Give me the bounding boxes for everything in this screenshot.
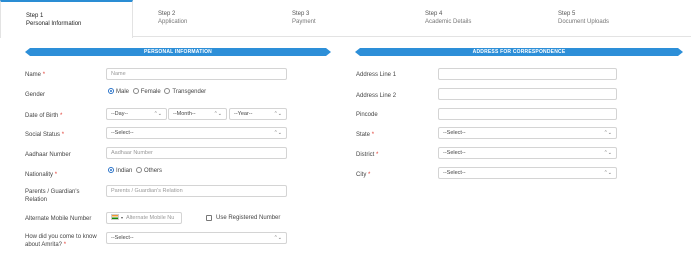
chevron-icon: ⌃⌄ [603, 150, 612, 156]
step-3-payment[interactable]: Step 3 Payment [267, 0, 400, 37]
guardian-relation-label: Parents / Guardian's Relation [25, 189, 80, 203]
caret-down-icon: ▾ [121, 215, 124, 220]
chevron-icon: ⌃⌄ [213, 111, 222, 117]
use-registered-number-label: Use Registered Number [216, 215, 281, 221]
nationality-label: Nationality * [25, 172, 58, 178]
dob-label: Date of Birth * [25, 113, 63, 119]
chevron-icon: ⌃⌄ [153, 111, 162, 117]
aadhaar-label: Aadhaar Number [25, 152, 71, 158]
personal-information-header: PERSONAL INFORMATION [25, 48, 331, 56]
step-5-document-uploads[interactable]: Step 5 Document Uploads [533, 0, 691, 37]
step-2-application[interactable]: Step 2 Application [133, 0, 267, 37]
use-registered-number-checkbox[interactable] [206, 215, 212, 221]
chevron-icon: ⌃⌄ [273, 130, 282, 136]
state-label: State * [356, 132, 375, 138]
address-line-1-input[interactable] [438, 68, 617, 80]
address-correspondence-header: ADDRESS FOR CORRESPONDENCE [355, 48, 683, 56]
address-line-2-label: Address Line 2 [356, 93, 397, 99]
gender-radio-group: Male Female Transgender [108, 88, 208, 96]
step-number: Step 3 [292, 11, 310, 17]
gender-male-radio[interactable] [108, 88, 114, 94]
chevron-icon: ⌃⌄ [603, 130, 612, 136]
name-label: Name * [25, 72, 46, 78]
pincode-input[interactable] [438, 108, 617, 120]
address-line-1-label: Address Line 1 [356, 72, 397, 78]
step-4-academic-details[interactable]: Step 4 Academic Details [400, 0, 533, 37]
step-title: Application [158, 19, 188, 25]
chevron-icon: ⌃⌄ [273, 111, 282, 117]
how-know-select[interactable]: --Select-- ⌃⌄ [106, 232, 287, 244]
dob-day-select[interactable]: --Day-- ⌃⌄ [106, 108, 167, 120]
pincode-label: Pincode [356, 112, 378, 118]
address-line-2-input[interactable] [438, 88, 617, 100]
step-number: Step 2 [158, 11, 176, 17]
step-title: Payment [292, 19, 316, 25]
india-flag-icon [111, 214, 119, 220]
step-1-personal-information[interactable]: Step 1 Personal Information [0, 0, 133, 38]
step-number: Step 1 [26, 13, 44, 19]
dob-year-select[interactable]: --Year-- ⌃⌄ [229, 108, 287, 120]
step-number: Step 5 [558, 11, 576, 17]
stepper: Step 1 Personal Information Step 2 Appli… [0, 0, 691, 38]
social-status-label: Social Status * [25, 132, 65, 138]
dob-month-select[interactable]: --Month-- ⌃⌄ [168, 108, 227, 120]
step-title: Personal Information [26, 21, 82, 27]
aadhaar-input[interactable]: Aadhaar Number [106, 147, 287, 159]
social-status-select[interactable]: --Select-- ⌃⌄ [106, 127, 287, 139]
district-select[interactable]: --Select-- ⌃⌄ [438, 147, 617, 159]
gender-transgender-radio[interactable] [164, 88, 171, 94]
nationality-indian-radio[interactable] [108, 167, 114, 173]
step-title: Academic Details [425, 19, 472, 25]
step-title: Document Uploads [558, 19, 610, 25]
gender-label: Gender [25, 92, 46, 98]
nationality-radio-group: Indian Others [108, 167, 164, 175]
name-input[interactable]: Name [106, 68, 287, 80]
city-label: City * [356, 172, 371, 178]
chevron-icon: ⌃⌄ [603, 170, 612, 176]
how-know-label: How did you come to know about Amrita? * [25, 234, 97, 248]
city-select[interactable]: --Select-- ⌃⌄ [438, 167, 617, 179]
step-number: Step 4 [425, 11, 443, 17]
guardian-relation-input[interactable]: Parents / Guardian's Relation [106, 185, 287, 197]
gender-female-radio[interactable] [132, 88, 139, 94]
alt-mobile-input[interactable]: ▾ Alternate Mobile Nu [106, 212, 182, 224]
district-label: District * [356, 152, 379, 158]
chevron-icon: ⌃⌄ [273, 235, 282, 241]
alt-mobile-label: Alternate Mobile Number [25, 216, 92, 222]
nationality-others-radio[interactable] [136, 167, 143, 173]
state-select[interactable]: --Select-- ⌃⌄ [438, 127, 617, 139]
